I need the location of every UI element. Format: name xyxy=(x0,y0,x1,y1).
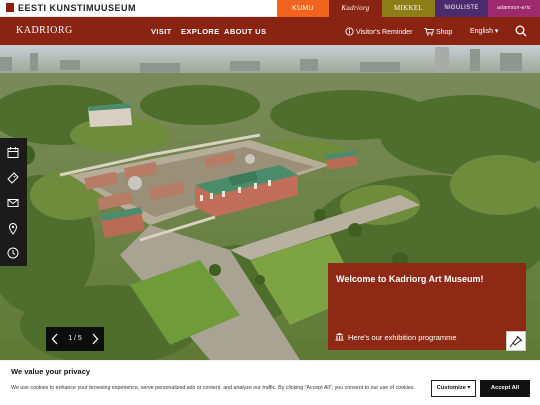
visitors-reminder-link[interactable]: Visitor's Reminder xyxy=(345,27,412,36)
shop-label: Shop xyxy=(435,29,453,36)
tab-kumu[interactable]: KUMU xyxy=(277,0,329,17)
tab-adamson-eric[interactable]: adamson-eric xyxy=(488,0,540,17)
calendar-icon[interactable] xyxy=(5,145,21,161)
nav-visit[interactable]: VISIT xyxy=(151,27,172,36)
quick-access-sidebar xyxy=(0,138,27,266)
clock-icon[interactable] xyxy=(5,245,21,261)
carousel-pager: 1 / 5 xyxy=(46,327,104,351)
cart-icon xyxy=(424,28,435,36)
cookie-text: We use cookies to enhance your browsing … xyxy=(11,385,415,391)
customize-button[interactable]: Customize ▾ xyxy=(431,380,476,397)
visitors-reminder-label: Visitor's Reminder xyxy=(355,29,413,36)
pager-count: 1 / 5 xyxy=(68,335,82,342)
chevron-left-icon[interactable] xyxy=(51,333,59,345)
museum-building-icon xyxy=(335,332,344,341)
cookie-title: We value your privacy xyxy=(11,367,91,376)
tab-mikkel[interactable]: MIKKEL xyxy=(382,0,435,17)
pin-icon xyxy=(509,335,523,348)
customize-label: Customize xyxy=(436,385,466,391)
tab-niguliste[interactable]: NIGULISTE xyxy=(435,0,488,17)
nav-about-us[interactable]: ABOUT US xyxy=(224,27,266,36)
language-label: English xyxy=(470,28,493,35)
brand-name[interactable]: EESTI KUNSTIMUUSEUM xyxy=(6,3,136,13)
chevron-down-icon: ▾ xyxy=(494,28,499,35)
exhibition-programme-link[interactable]: Here's our exhibition programme xyxy=(348,333,457,342)
mail-icon[interactable] xyxy=(5,195,21,211)
tab-kadriorg[interactable]: Kadriorg xyxy=(329,0,382,17)
main-navbar: KADRIORG VISIT EXPLORE ABOUT US Visitor'… xyxy=(0,17,540,45)
language-select[interactable]: English ▾ xyxy=(470,27,498,35)
location-pin-icon[interactable] xyxy=(5,220,21,236)
brand-text: EESTI KUNSTIMUUSEUM xyxy=(18,3,137,13)
nav-explore[interactable]: EXPLORE xyxy=(181,27,220,36)
accept-all-button[interactable]: Accept All xyxy=(480,380,530,397)
brand-logo-icon xyxy=(6,3,14,12)
museum-topbar: EESTI KUNSTIMUUSEUM KUMU Kadriorg MIKKEL… xyxy=(0,0,540,17)
caret-down-icon: ▾ xyxy=(467,385,471,391)
shop-link[interactable]: Shop xyxy=(424,27,452,36)
kadriorg-logo[interactable]: KADRIORG xyxy=(16,25,73,36)
welcome-title: Welcome to Kadriorg Art Museum! xyxy=(336,274,484,284)
chevron-right-icon[interactable] xyxy=(91,333,99,345)
info-circle-icon xyxy=(345,27,354,36)
pin-button[interactable] xyxy=(506,331,526,351)
ticket-icon[interactable] xyxy=(5,170,21,186)
search-icon[interactable] xyxy=(515,25,527,37)
welcome-card: Welcome to Kadriorg Art Museum! Here's o… xyxy=(328,263,526,350)
cookie-banner: We value your privacy We use cookies to … xyxy=(0,360,540,405)
